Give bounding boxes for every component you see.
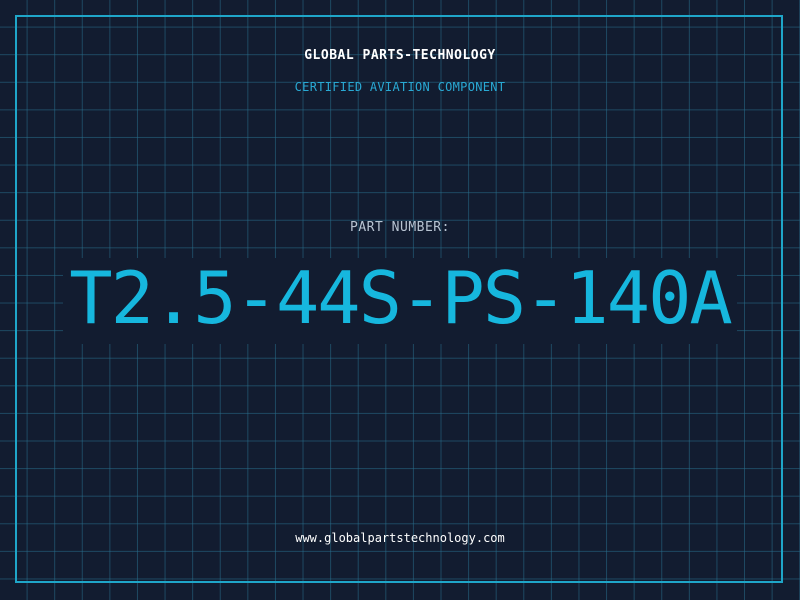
part-number-wrapper: T2.5-44S-PS-140A [0,258,800,344]
part-number-value: T2.5-44S-PS-140A [63,258,737,344]
part-number-label: PART NUMBER: [350,220,450,235]
website-url: www.globalpartstechnology.com [295,531,505,545]
company-name: GLOBAL PARTS-TECHNOLOGY [304,48,496,63]
certificate-canvas: GLOBAL PARTS-TECHNOLOGY CERTIFIED AVIATI… [0,0,800,600]
certification-subtitle: CERTIFIED AVIATION COMPONENT [294,80,506,94]
